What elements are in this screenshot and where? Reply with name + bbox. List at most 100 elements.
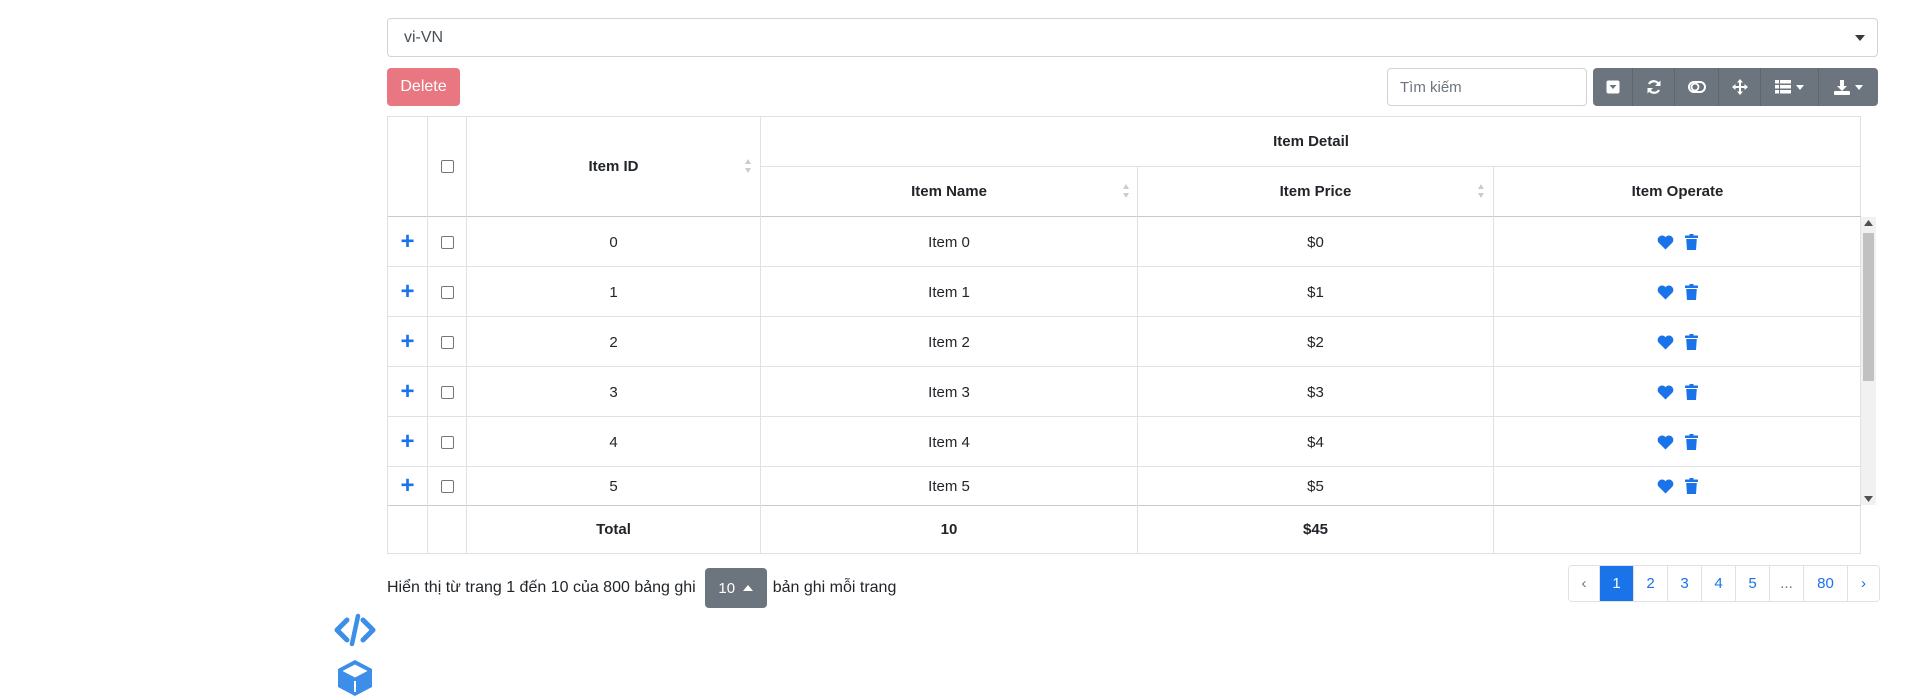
cell-item-price: $5	[1307, 477, 1324, 495]
expand-row-button[interactable]: +	[388, 367, 427, 417]
expand-row-button[interactable]: +	[388, 217, 427, 267]
trash-icon[interactable]	[1685, 434, 1698, 450]
fullscreen-button[interactable]	[1719, 68, 1761, 106]
row-select-cell	[428, 317, 466, 367]
heart-icon[interactable]	[1657, 435, 1674, 450]
cell-item-operate	[1494, 267, 1861, 317]
toggle-view-button[interactable]	[1593, 68, 1633, 106]
delete-button[interactable]: Delete	[387, 68, 460, 106]
cell-item-name: Item 0	[928, 233, 970, 251]
plus-icon: +	[400, 278, 415, 305]
row-select-cell	[428, 267, 466, 317]
row-checkbox[interactable]	[440, 235, 454, 249]
page-button-4[interactable]: 4	[1702, 566, 1736, 601]
row-checkbox[interactable]	[440, 435, 454, 449]
code-icon[interactable]	[333, 608, 377, 652]
refresh-button[interactable]	[1633, 68, 1675, 106]
page-content: vi-VN Delete Tìm kiếm	[387, 18, 1878, 107]
heart-icon[interactable]	[1657, 335, 1674, 350]
locale-select[interactable]: vi-VN	[387, 18, 1878, 57]
footer-price-total: $45	[1302, 521, 1329, 538]
toggle-button[interactable]	[1675, 68, 1719, 106]
trash-icon[interactable]	[1685, 478, 1698, 494]
plus-icon: +	[400, 228, 415, 255]
footer-name-total: 10	[940, 521, 958, 538]
pagination: ‹ 1 2 3 4 5... 80 ›	[1568, 565, 1880, 602]
cell-item-price: $4	[1307, 433, 1324, 451]
heart-icon[interactable]	[1657, 235, 1674, 250]
row-select-cell	[428, 367, 466, 417]
columns-dropdown-button[interactable]	[1761, 68, 1819, 106]
page-button-5[interactable]: 5	[1736, 566, 1770, 601]
refresh-icon	[1647, 80, 1660, 94]
cell-item-id: 1	[609, 283, 618, 301]
export-icon	[1834, 79, 1850, 95]
row-checkbox[interactable]	[440, 479, 454, 493]
footer-total-label: Total	[596, 521, 631, 538]
columns-icon	[1775, 80, 1791, 94]
header-item-detail: Item Detail	[1273, 133, 1349, 150]
cell-item-price: $2	[1307, 333, 1324, 351]
caret-down-icon	[1796, 84, 1804, 90]
row-select-cell	[428, 217, 466, 267]
cell-item-operate	[1494, 367, 1861, 417]
scrollbar-thumb[interactable]	[1863, 233, 1874, 381]
cell-item-id: 4	[609, 433, 618, 451]
expand-row-button[interactable]: +	[388, 317, 427, 367]
page-size-dropdown[interactable]: 10	[704, 568, 767, 608]
plus-icon: +	[400, 328, 415, 355]
scroll-down-icon[interactable]	[1864, 496, 1873, 502]
page-button-3[interactable]: 3	[1668, 566, 1702, 601]
cell-item-price: $0	[1307, 233, 1324, 251]
select-all-checkbox[interactable]	[440, 160, 454, 173]
trash-icon[interactable]	[1685, 234, 1698, 250]
cell-item-operate	[1494, 417, 1861, 467]
search-input[interactable]: Tìm kiếm	[1387, 68, 1587, 106]
search-placeholder: Tìm kiếm	[1400, 78, 1462, 96]
data-table: Item ID Item Detail Item Name Item Price…	[387, 116, 1876, 554]
page-ellipsis: ...	[1770, 566, 1804, 601]
scroll-up-icon[interactable]	[1864, 220, 1873, 226]
row-checkbox[interactable]	[440, 385, 454, 399]
row-select-cell	[428, 417, 466, 467]
row-checkbox[interactable]	[440, 335, 454, 349]
heart-icon[interactable]	[1657, 479, 1674, 494]
page-button-80[interactable]: 80	[1804, 566, 1848, 601]
heart-icon[interactable]	[1657, 385, 1674, 400]
header-item-name[interactable]: Item Name	[761, 167, 1137, 216]
header-item-price[interactable]: Item Price	[1138, 167, 1493, 216]
header-item-operate: Item Operate	[1631, 183, 1724, 200]
export-dropdown-button[interactable]	[1819, 68, 1878, 106]
toolbar-button-group	[1593, 68, 1878, 106]
sort-icon[interactable]	[745, 159, 752, 173]
expand-row-button[interactable]: +	[388, 267, 427, 317]
table-toolbar: Delete Tìm kiếm	[387, 68, 1878, 107]
row-select-cell	[428, 467, 466, 505]
cell-item-name: Item 3	[928, 383, 970, 401]
cell-item-operate	[1494, 217, 1861, 267]
plus-icon: +	[400, 428, 415, 455]
page-button-1[interactable]: 1	[1600, 566, 1634, 601]
select-all-cell	[428, 117, 466, 216]
trash-icon[interactable]	[1685, 284, 1698, 300]
row-checkbox[interactable]	[440, 285, 454, 299]
cube-icon[interactable]	[333, 656, 377, 700]
page-size-suffix: bản ghi mỗi trang	[772, 579, 897, 596]
next-page-button[interactable]: ›	[1848, 566, 1879, 601]
sort-icon[interactable]	[1123, 184, 1130, 198]
trash-icon[interactable]	[1685, 384, 1698, 400]
prev-page-button[interactable]: ‹	[1569, 566, 1600, 601]
pagination-info: Hiển thị từ trang 1 đến 10 của 800 bảng …	[387, 568, 896, 608]
cell-item-price: $3	[1307, 383, 1324, 401]
page-button-2[interactable]: 2	[1634, 566, 1668, 601]
cell-item-name: Item 1	[928, 283, 970, 301]
sort-icon[interactable]	[1478, 184, 1485, 198]
trash-icon[interactable]	[1685, 334, 1698, 350]
caret-down-icon	[1855, 84, 1863, 90]
expand-row-button[interactable]: +	[388, 467, 427, 505]
expand-row-button[interactable]: +	[388, 417, 427, 467]
header-item-id[interactable]: Item ID	[467, 117, 760, 216]
plus-icon: +	[400, 472, 415, 499]
heart-icon[interactable]	[1657, 285, 1674, 300]
cell-item-operate	[1494, 467, 1861, 505]
